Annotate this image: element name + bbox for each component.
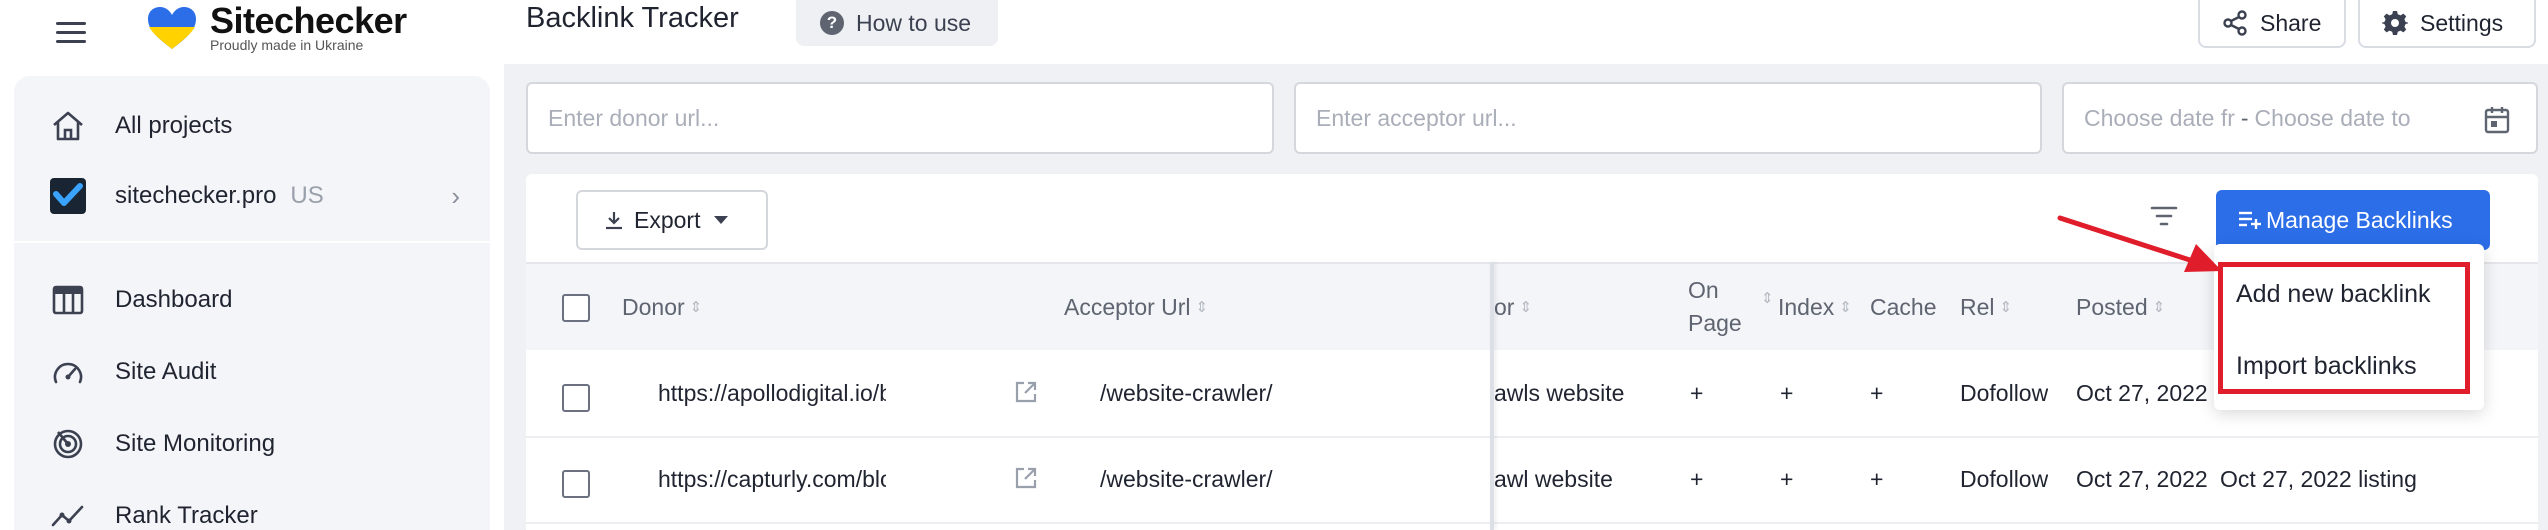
project-country: US: [290, 182, 324, 209]
column-donor[interactable]: Donor ⇕: [622, 294, 702, 321]
date-separator: -: [2240, 104, 2249, 131]
sort-icon: ⇕: [2152, 298, 2166, 316]
anchor-text: awls website: [1494, 380, 1625, 406]
sort-icon: ⇕: [1999, 298, 2013, 316]
acceptor-url-input[interactable]: [1316, 104, 2040, 132]
add-new-backlink-item[interactable]: Add new backlink: [2236, 280, 2431, 309]
sidebar-item-label: Site Monitoring: [115, 430, 276, 457]
sort-icon[interactable]: ⇕: [1756, 291, 1774, 306]
sidebar-item-all-projects[interactable]: All projects: [14, 96, 490, 156]
index-value: +: [1780, 380, 1794, 406]
dashboard-icon: [50, 282, 86, 318]
on-page-value: +: [1690, 380, 1704, 406]
column-posted[interactable]: Posted ⇕: [2076, 294, 2165, 321]
sidebar-item-label: Rank Tracker: [115, 502, 258, 529]
sort-icon: ⇕: [1519, 298, 1533, 316]
select-all-checkbox[interactable]: [562, 294, 590, 322]
acceptor-url-filter: [1294, 82, 2042, 154]
project-favicon-icon: [50, 178, 86, 214]
acceptor-url[interactable]: /website-crawler/: [1100, 380, 1273, 407]
logo[interactable]: Sitechecker Proudly made in Ukraine: [146, 0, 407, 56]
row-checkbox[interactable]: [562, 470, 590, 498]
project-name: sitechecker.pro US: [115, 182, 324, 209]
hamburger-menu-icon[interactable]: [56, 14, 86, 50]
monitoring-icon: [50, 426, 86, 462]
table-row[interactable]: https://capturly.com/blog/the-1... /webs…: [526, 438, 2538, 524]
posted-date: Oct 27, 2022: [2076, 380, 2208, 406]
share-label: Share: [2260, 9, 2322, 36]
settings-label: Settings: [2420, 9, 2504, 36]
column-rel[interactable]: Rel ⇕: [1960, 294, 2012, 321]
sidebar-item-site-monitoring[interactable]: Site Monitoring: [14, 414, 490, 474]
import-backlinks-item[interactable]: Import backlinks: [2236, 352, 2417, 381]
sidebar-item-label: Site Audit: [115, 358, 217, 385]
sidebar-item-label: All projects: [115, 112, 233, 139]
donor-url[interactable]: https://apollodigital.io/blog/seo...: [658, 380, 886, 407]
sidebar-item-project[interactable]: sitechecker.pro US ›: [14, 166, 490, 226]
row-checkbox[interactable]: [562, 384, 590, 412]
cache-value: +: [1870, 380, 1884, 406]
logo-heart-icon: [148, 7, 196, 49]
column-index[interactable]: Index ⇕: [1778, 294, 1852, 321]
how-to-use-button[interactable]: ? How to use: [796, 0, 998, 46]
sort-icon: ⇕: [1195, 298, 1209, 316]
calendar-icon[interactable]: [2484, 106, 2510, 140]
column-acceptor-url[interactable]: Acceptor Url ⇕: [1064, 294, 1208, 321]
chevron-right-icon: ›: [451, 180, 460, 211]
logo-name: Sitechecker: [210, 0, 407, 41]
cache-value: +: [1870, 466, 1884, 492]
gear-icon: [2382, 10, 2408, 36]
sort-icon: ⇕: [689, 298, 703, 316]
how-to-use-label: How to use: [856, 9, 972, 36]
sidebar: Sitechecker Proudly made in Ukraine All …: [0, 0, 504, 530]
column-on-page[interactable]: On Page: [1688, 274, 1742, 340]
sidebar-item-label: Dashboard: [115, 286, 233, 313]
question-icon: ?: [820, 11, 844, 35]
home-icon: [50, 108, 86, 144]
donor-url[interactable]: https://capturly.com/blog/the-1...: [658, 466, 886, 493]
extra-value: Oct 27, 2022 listing: [2220, 466, 2417, 493]
column-anchor[interactable]: or ⇕: [1494, 294, 1532, 321]
share-button[interactable]: Share: [2198, 0, 2346, 48]
posted-date: Oct 27, 2022: [2076, 466, 2208, 492]
acceptor-url[interactable]: /website-crawler/: [1100, 466, 1273, 493]
sidebar-item-site-audit[interactable]: Site Audit: [14, 342, 490, 402]
index-value: +: [1780, 466, 1794, 492]
sort-icon: ⇕: [1839, 298, 1852, 316]
divider: [14, 241, 490, 243]
share-icon: [2222, 10, 2248, 36]
gauge-icon: [50, 354, 86, 390]
settings-button[interactable]: Settings: [2358, 0, 2536, 48]
manage-backlinks-button[interactable]: Manage Backlinks: [2216, 190, 2490, 250]
sidebar-item-dashboard[interactable]: Dashboard: [14, 270, 490, 330]
export-button[interactable]: Export: [576, 190, 768, 250]
caret-down-icon: [714, 216, 729, 224]
on-page-value: +: [1690, 466, 1704, 492]
external-link-icon[interactable]: [1014, 466, 1038, 495]
donor-url-input[interactable]: [548, 104, 1272, 132]
export-label: Export: [634, 206, 701, 233]
sidebar-nav: All projects sitechecker.pro US › Dashboa…: [14, 76, 490, 530]
playlist-add-icon: [2238, 210, 2262, 230]
rel-value: Dofollow: [1960, 466, 2049, 492]
header: Backlink Tracker ? How to use Share Sett…: [504, 0, 2548, 64]
filter-icon[interactable]: [2150, 204, 2178, 233]
rel-value: Dofollow: [1960, 380, 2049, 406]
column-cache[interactable]: Cache: [1870, 294, 1936, 321]
trend-icon: [50, 498, 86, 530]
donor-url-filter: [526, 82, 1274, 154]
date-range-picker[interactable]: Choose date fr - Choose date to: [2062, 82, 2538, 154]
external-link-icon[interactable]: [1014, 380, 1038, 409]
sidebar-item-rank-tracker[interactable]: Rank Tracker: [14, 486, 490, 530]
frozen-column-divider: [1490, 262, 1494, 530]
manage-backlinks-menu: Add new backlink Import backlinks: [2214, 244, 2484, 410]
anchor-text: awl website: [1494, 466, 1613, 492]
manage-backlinks-label: Manage Backlinks: [2266, 206, 2453, 233]
page-title: Backlink Tracker: [526, 2, 739, 34]
date-to-input[interactable]: Choose date to: [2255, 105, 2411, 132]
download-icon: [604, 210, 624, 230]
date-from-input[interactable]: Choose date fr: [2084, 105, 2235, 132]
